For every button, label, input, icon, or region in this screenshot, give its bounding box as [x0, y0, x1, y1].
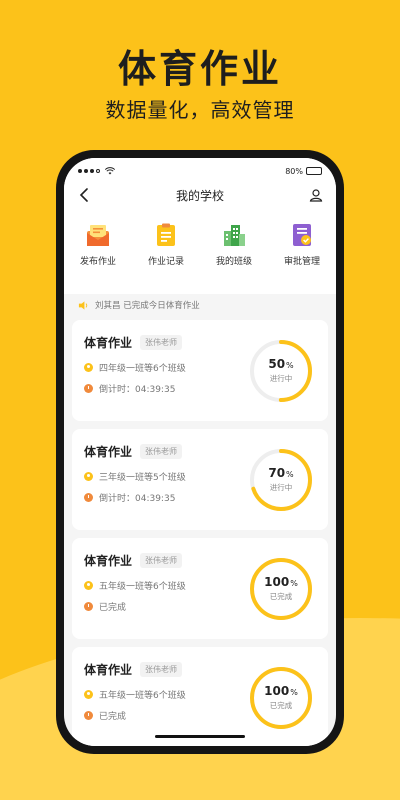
progress-value: 100 — [264, 684, 290, 698]
class-info: 四年级一班等6个班级 — [99, 364, 186, 374]
class-info: 三年级一班等5个班级 — [99, 473, 186, 483]
clock-icon — [84, 711, 93, 720]
wifi-icon — [105, 167, 115, 175]
homework-list: 体育作业 张伟老师 四年级一班等6个班级 倒计时：04:39:35 50% 进行… — [64, 316, 336, 746]
progress-value: 50 — [268, 357, 286, 371]
progress-status: 进行中 — [269, 483, 293, 492]
card-title: 体育作业 — [84, 663, 133, 677]
menu-label: 发布作业 — [79, 257, 116, 267]
quick-menu: 发布作业 作业记录 我的班级 审批管理 — [64, 210, 336, 294]
battery-text: 80% — [285, 166, 303, 176]
percent-sign: % — [286, 361, 294, 370]
battery-icon — [306, 167, 322, 175]
percent-sign: % — [290, 579, 298, 588]
card-title: 体育作业 — [84, 445, 133, 459]
progress-value: 70 — [268, 466, 286, 480]
menu-item-records[interactable]: 作业记录 — [136, 222, 196, 267]
clock-icon — [84, 493, 93, 502]
approval-icon — [293, 224, 311, 246]
class-icon — [84, 472, 93, 481]
hero-subtitle: 数据量化，高效管理 — [105, 98, 295, 122]
clipboard-icon — [157, 223, 175, 246]
timer-info: 倒计时：04:39:35 — [99, 385, 176, 395]
notice-text: 刘其昌 已完成今日体育作业 — [95, 301, 200, 311]
home-indicator[interactable] — [155, 735, 245, 738]
notice-bar: 刘其昌 已完成今日体育作业 — [64, 294, 336, 316]
homework-card[interactable]: 体育作业 张伟老师 三年级一班等5个班级 倒计时：04:39:35 70% 进行… — [72, 429, 328, 530]
teacher-tag: 张伟老师 — [140, 335, 183, 350]
phone-frame: 80% 我的学校 发布作业 作业记录 我的班级 审批管理 刘其昌 已完成今日体育… — [56, 150, 344, 754]
timer-info: 已完成 — [99, 603, 127, 613]
homework-card[interactable]: 体育作业 张伟老师 五年级一班等6个班级 已完成 100% 已完成 — [72, 538, 328, 639]
homework-card[interactable]: 体育作业 张伟老师 四年级一班等6个班级 倒计时：04:39:35 50% 进行… — [72, 320, 328, 421]
teacher-tag: 张伟老师 — [140, 553, 183, 568]
menu-item-classes[interactable]: 我的班级 — [204, 222, 264, 267]
user-icon[interactable] — [308, 187, 324, 203]
progress-ring: 50% 进行中 — [248, 338, 314, 404]
progress-status: 已完成 — [269, 701, 293, 710]
class-info: 五年级一班等6个班级 — [99, 582, 186, 592]
speaker-icon — [78, 300, 88, 310]
class-info: 五年级一班等6个班级 — [99, 691, 186, 701]
homework-card[interactable]: 体育作业 张伟老师 五年级一班等6个班级 已完成 100% 已完成 — [72, 647, 328, 746]
envelope-icon — [87, 225, 109, 246]
percent-sign: % — [286, 470, 294, 479]
menu-label: 作业记录 — [147, 257, 184, 267]
clock-icon — [84, 602, 93, 611]
progress-ring: 70% 进行中 — [248, 447, 314, 513]
signal-icon — [78, 167, 115, 175]
class-icon — [84, 690, 93, 699]
building-icon — [224, 225, 245, 246]
phone-screen: 80% 我的学校 发布作业 作业记录 我的班级 审批管理 刘其昌 已完成今日体育… — [64, 158, 336, 746]
timer-info: 已完成 — [99, 712, 127, 722]
class-icon — [84, 363, 93, 372]
battery-status: 80% — [285, 167, 322, 176]
status-bar: 80% — [64, 158, 336, 180]
progress-ring: 100% 已完成 — [248, 556, 314, 622]
nav-bar: 我的学校 — [64, 180, 336, 210]
card-title: 体育作业 — [84, 554, 133, 568]
clock-icon — [84, 384, 93, 393]
menu-label: 我的班级 — [215, 257, 252, 267]
percent-sign: % — [290, 688, 298, 697]
card-title: 体育作业 — [84, 336, 133, 350]
class-icon — [84, 581, 93, 590]
chevron-left-icon[interactable] — [76, 187, 92, 203]
progress-status: 进行中 — [269, 374, 293, 383]
timer-info: 倒计时：04:39:35 — [99, 494, 176, 504]
teacher-tag: 张伟老师 — [140, 662, 183, 677]
progress-ring: 100% 已完成 — [248, 665, 314, 731]
menu-item-publish[interactable]: 发布作业 — [68, 222, 128, 267]
progress-status: 已完成 — [269, 592, 293, 601]
hero-title: 体育作业 — [117, 47, 282, 91]
progress-value: 100 — [264, 575, 290, 589]
menu-label: 审批管理 — [283, 257, 320, 267]
teacher-tag: 张伟老师 — [140, 444, 183, 459]
page-title: 我的学校 — [175, 188, 224, 203]
menu-item-approval[interactable]: 审批管理 — [272, 222, 332, 267]
